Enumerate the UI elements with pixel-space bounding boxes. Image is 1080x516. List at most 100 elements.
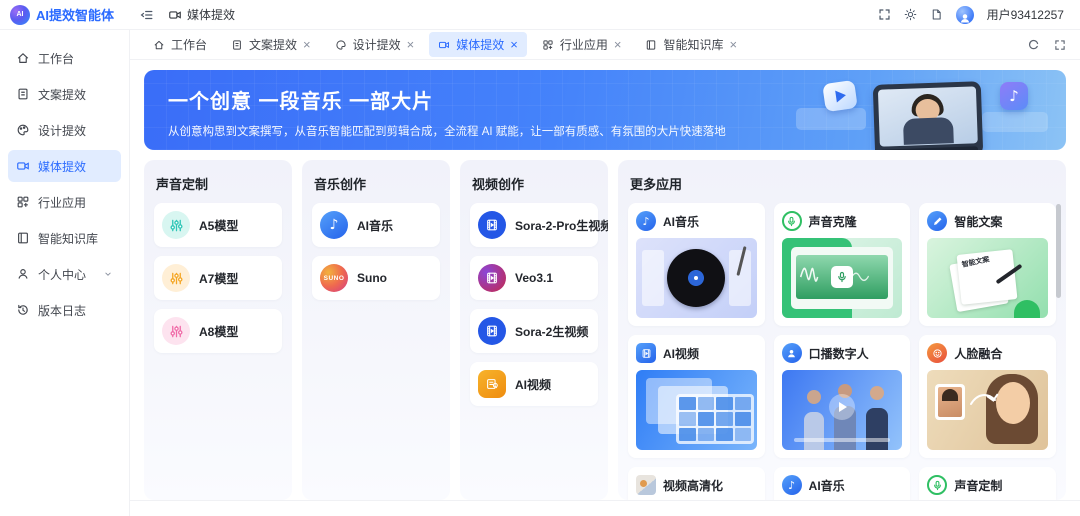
- app-card-label: 口播数字人: [809, 345, 869, 362]
- veo-card[interactable]: Veo3.1: [470, 256, 598, 300]
- app-card-digital-human[interactable]: 口播数字人: [774, 335, 911, 458]
- fullscreen-icon[interactable]: [1054, 39, 1066, 51]
- home-icon: [153, 39, 165, 51]
- more-apps-scrollbar[interactable]: [1056, 204, 1061, 298]
- film-icon: [478, 211, 506, 239]
- column-title: 视频创作: [472, 174, 596, 193]
- document-page-icon[interactable]: [930, 8, 943, 21]
- app-card-face-swap[interactable]: 人脸融合: [919, 335, 1056, 458]
- play-icon: [822, 80, 858, 112]
- column-title: 声音定制: [156, 174, 280, 193]
- music-creation-column: 音乐创作 ♪ AI音乐 SUNO Suno: [302, 160, 450, 500]
- voice-custom-column: 声音定制 A5模型 A7模型: [144, 160, 292, 500]
- book-icon: [16, 231, 30, 245]
- app-card-video-hd[interactable]: 视频高清化: [628, 467, 765, 500]
- app-card-voice-custom[interactable]: 声音定制: [919, 467, 1056, 500]
- palette-icon: [16, 123, 30, 137]
- music-note-icon: ♪: [320, 211, 348, 239]
- apps-grid-icon: [16, 195, 30, 209]
- menu-fold-icon[interactable]: [140, 8, 154, 22]
- sidebar-item-workbench[interactable]: 工作台: [8, 42, 121, 74]
- hero-banner: 一个创意 一段音乐 一部大片 从创意构思到文案撰写，从音乐智能匹配到剪辑合成，全…: [144, 70, 1066, 150]
- sidebar-item-copywriting[interactable]: 文案提效: [8, 78, 121, 110]
- ai-video-card[interactable]: AI视频: [470, 362, 598, 406]
- music-note-icon: ♪: [1000, 82, 1028, 110]
- column-title: 更多应用: [630, 174, 1054, 193]
- fullscreen-icon[interactable]: [878, 8, 891, 21]
- document-icon: [231, 39, 243, 51]
- tab-media[interactable]: 媒体提效 ×: [429, 32, 527, 57]
- sidebar: 工作台 文案提效 设计提效 媒体提效 行业应用 智能知识库 个人中心: [0, 30, 130, 516]
- play-icon: [829, 394, 855, 420]
- username[interactable]: 用户93412257: [987, 6, 1064, 23]
- sidebar-item-design[interactable]: 设计提效: [8, 114, 121, 146]
- apps-grid-icon: [542, 39, 554, 51]
- sliders-icon: [162, 211, 190, 239]
- app-label: AI音乐: [357, 217, 393, 234]
- face-swap-image: [927, 370, 1048, 450]
- tab-label: 设计提效: [353, 36, 401, 53]
- book-icon: [645, 39, 657, 51]
- person-video-frame: [873, 81, 984, 150]
- history-icon: [16, 303, 30, 317]
- theme-sun-icon[interactable]: [904, 8, 917, 21]
- model-card-a8[interactable]: A8模型: [154, 309, 282, 353]
- app-card-label: 智能文案: [954, 213, 1002, 230]
- tab-label: 媒体提效: [456, 36, 504, 53]
- suno-card[interactable]: SUNO Suno: [312, 256, 440, 300]
- sidebar-item-label: 设计提效: [38, 122, 113, 139]
- sidebar-item-changelog[interactable]: 版本日志: [8, 294, 121, 326]
- column-title: 音乐创作: [314, 174, 438, 193]
- video-camera-icon: [438, 39, 450, 51]
- tab-design[interactable]: 设计提效 ×: [326, 32, 424, 57]
- model-card-a7[interactable]: A7模型: [154, 256, 282, 300]
- ai-music-card[interactable]: ♪ AI音乐: [312, 203, 440, 247]
- model-card-a5[interactable]: A5模型: [154, 203, 282, 247]
- tab-copywriting[interactable]: 文案提效 ×: [222, 32, 320, 57]
- sliders-icon: [162, 264, 190, 292]
- app-card-ai-video[interactable]: AI视频: [628, 335, 765, 458]
- sidebar-item-label: 版本日志: [38, 302, 113, 319]
- app-title: AI提效智能体: [36, 5, 114, 24]
- sidebar-item-media[interactable]: 媒体提效: [8, 150, 121, 182]
- app-card-smart-copy[interactable]: 智能文案 智能文案: [919, 203, 1056, 326]
- app-card-label: AI音乐: [663, 213, 699, 230]
- sidebar-item-industry[interactable]: 行业应用: [8, 186, 121, 218]
- sidebar-item-label: 媒体提效: [38, 158, 113, 175]
- app-card-voice-clone[interactable]: 声音克隆: [774, 203, 911, 326]
- film-icon: [478, 264, 506, 292]
- model-label: A5模型: [199, 217, 238, 234]
- tab-close-icon[interactable]: ×: [614, 38, 622, 51]
- tab-close-icon[interactable]: ×: [303, 38, 311, 51]
- sidebar-item-personal[interactable]: 个人中心: [8, 258, 121, 290]
- app-card-label: AI视频: [663, 345, 699, 362]
- tab-industry[interactable]: 行业应用 ×: [533, 32, 631, 57]
- page-footer: [130, 500, 1080, 516]
- tab-knowledge[interactable]: 智能知识库 ×: [636, 32, 746, 57]
- tab-label: 文案提效: [249, 36, 297, 53]
- sidebar-item-knowledge[interactable]: 智能知识库: [8, 222, 121, 254]
- app-header: AI AI提效智能体 媒体提效 用户93412257: [0, 0, 1080, 30]
- sora-2-pro-card[interactable]: Sora-2-Pro生视频: [470, 203, 598, 247]
- film-icon: [636, 343, 656, 363]
- person-icon: [782, 343, 802, 363]
- sidebar-item-label: 智能知识库: [38, 230, 113, 247]
- voice-clone-image: [782, 238, 903, 318]
- model-label: A7模型: [199, 270, 238, 287]
- sora-2-card[interactable]: Sora-2生视频: [470, 309, 598, 353]
- refresh-icon[interactable]: [1027, 38, 1040, 51]
- vinyl-record-image: [636, 238, 757, 318]
- app-card-ai-music[interactable]: ♪ AI音乐: [628, 203, 765, 326]
- app-card-ai-music-2[interactable]: ♪ AI音乐: [774, 467, 911, 500]
- app-logo-icon: AI: [10, 5, 30, 25]
- microphone-icon: [831, 266, 853, 288]
- app-card-label: 声音克隆: [809, 213, 857, 230]
- tab-workbench[interactable]: 工作台: [144, 32, 216, 57]
- tab-close-icon[interactable]: ×: [510, 38, 518, 51]
- tab-close-icon[interactable]: ×: [407, 38, 415, 51]
- tab-close-icon[interactable]: ×: [729, 38, 737, 51]
- sliders-icon: [162, 317, 190, 345]
- app-label: Suno: [357, 271, 387, 285]
- app-card-label: 声音定制: [954, 477, 1002, 494]
- user-avatar[interactable]: [956, 6, 974, 24]
